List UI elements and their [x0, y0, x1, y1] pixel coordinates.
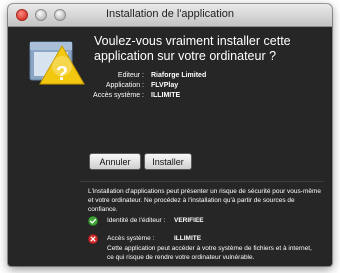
dialog-heading: Voulez-vous vraiment installer cette app…	[94, 34, 291, 63]
folder-question-icon: ?	[29, 41, 85, 85]
install-dialog-window: Installation de l'application ? Voulez-v…	[8, 4, 332, 266]
cancel-button[interactable]: Annuler	[89, 153, 141, 170]
detail-label: Editeur :	[117, 72, 144, 79]
detail-label: Application :	[105, 82, 144, 89]
detail-value: Riaforge Limited	[151, 72, 207, 79]
security-warning-text: L'installation d'applications peut prése…	[88, 188, 322, 213]
publisher-identity-label: Identité de l'éditeur :	[107, 217, 166, 224]
install-button[interactable]: Installer	[144, 153, 192, 170]
detail-label: Accès système :	[93, 92, 144, 99]
divider	[80, 181, 324, 182]
detail-row-system-access: Accès système : ILLIMITE	[93, 92, 324, 102]
detail-row-application: Application : FLVPlay	[94, 82, 324, 92]
window-title: Installation de l'application	[105, 8, 235, 20]
publisher-identity-value: VERIFIEE	[174, 217, 204, 224]
detail-value: ILLIMITE	[151, 92, 181, 99]
x-icon	[88, 234, 98, 244]
detail-value: FLVPlay	[151, 82, 179, 89]
title-bar[interactable]: Installation de l'application	[8, 4, 332, 27]
system-access-note: Cette application peut accéder à votre s…	[107, 245, 312, 261]
system-access-value: ILLIMITE	[174, 235, 202, 242]
check-icon	[88, 216, 98, 226]
detail-row-publisher: Editeur : Riaforge Limited	[94, 72, 324, 82]
svg-text:?: ?	[56, 63, 68, 85]
system-access-label: Accès système :	[107, 235, 155, 242]
